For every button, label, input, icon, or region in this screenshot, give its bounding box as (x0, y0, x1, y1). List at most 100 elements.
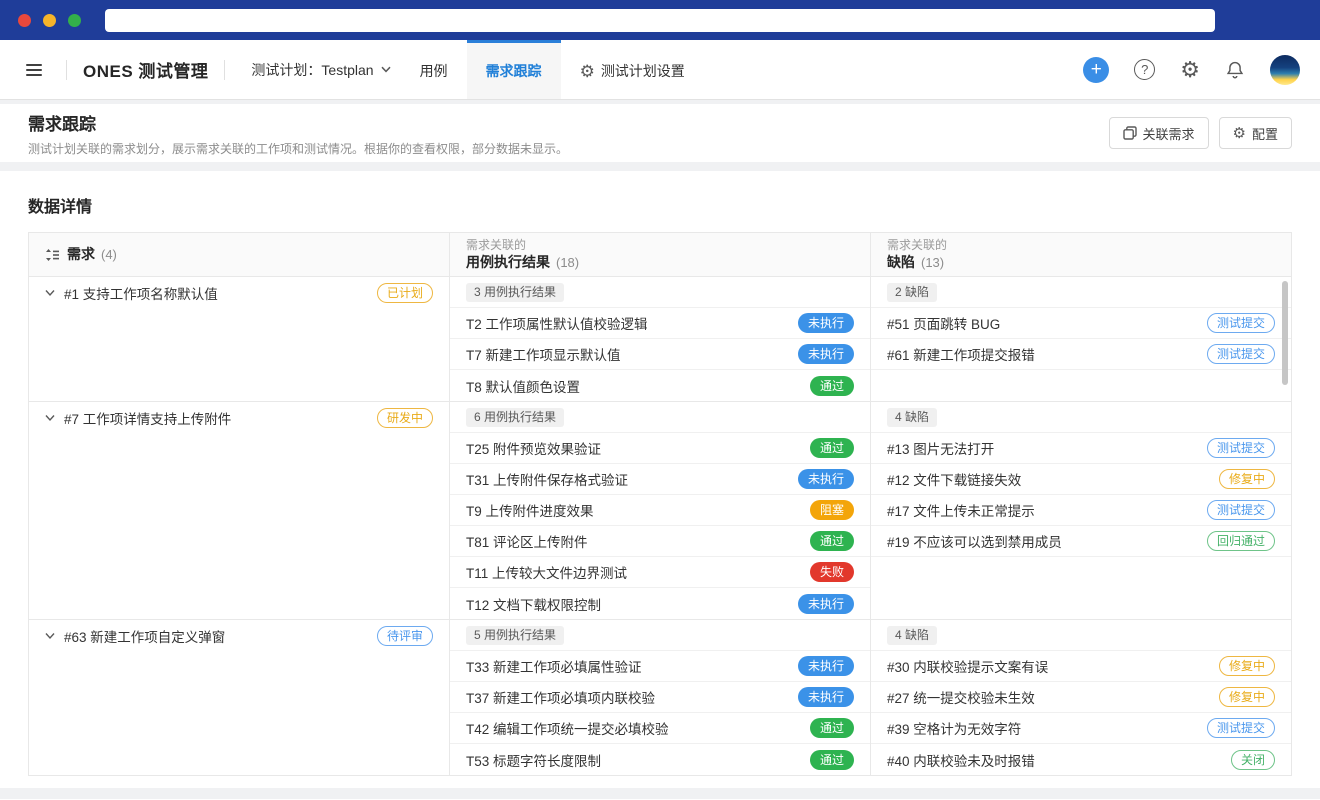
chevron-down-icon (381, 66, 391, 73)
defect-row[interactable]: #19 不应该可以选到禁用成员回归通过 (871, 526, 1291, 557)
requirement-group: #7 工作项详情支持上传附件研发中6 用例执行结果T25 附件预览效果验证通过T… (29, 401, 1291, 619)
requirement-cell: #7 工作项详情支持上传附件研发中 (29, 402, 449, 619)
bell-icon[interactable] (1225, 60, 1245, 80)
count-chip: 4 缺陷 (887, 408, 937, 427)
requirement-row[interactable]: #63 新建工作项自定义弹窗待评审 (29, 620, 449, 651)
case-count-row: 3 用例执行结果 (450, 277, 870, 308)
requirement-row[interactable]: #1 支持工作项名称默认值已计划 (29, 277, 449, 308)
defect-row-title[interactable]: #40 内联校验未及时报错 (887, 750, 1231, 770)
defect-row[interactable]: #61 新建工作项提交报错测试提交 (871, 339, 1291, 370)
defect-row-title[interactable]: #17 文件上传未正常提示 (887, 500, 1207, 520)
column-header-case-results: 需求关联的 用例执行结果 (18) (449, 233, 870, 276)
count-chip: 3 用例执行结果 (466, 283, 564, 302)
status-badge: 修复中 (1219, 469, 1275, 489)
case-row[interactable]: T12 文档下载权限控制未执行 (450, 588, 870, 619)
case-row-title[interactable]: T8 默认值颜色设置 (466, 376, 810, 396)
defect-count-row: 4 缺陷 (871, 620, 1291, 651)
section-title: 数据详情 (28, 193, 1292, 217)
case-row-title[interactable]: T33 新建工作项必填属性验证 (466, 656, 798, 676)
tab-test-plan-settings[interactable]: ⚙ 测试计划设置 (561, 40, 704, 99)
create-button[interactable]: + (1083, 57, 1109, 83)
gear-icon: ⚙ (580, 63, 595, 80)
gear-icon: ⚙ (1180, 57, 1200, 82)
requirement-tracking-table: 需求 (4) 需求关联的 用例执行结果 (18) 需求关联的 缺陷 (13) #… (28, 232, 1292, 776)
test-plan-selector[interactable]: 测试计划：Testplan (241, 40, 400, 99)
link-requirements-button[interactable]: 关联需求 (1109, 117, 1209, 149)
defect-row-title[interactable]: #19 不应该可以选到禁用成员 (887, 531, 1207, 551)
case-row[interactable]: T9 上传附件进度效果阻塞 (450, 495, 870, 526)
case-row[interactable]: T33 新建工作项必填属性验证未执行 (450, 651, 870, 682)
user-avatar[interactable] (1270, 55, 1300, 85)
help-button[interactable]: ? (1134, 59, 1155, 80)
status-badge: 通过 (810, 531, 854, 551)
case-row-title[interactable]: T37 新建工作项必填项内联校验 (466, 687, 798, 707)
case-row-title[interactable]: T42 编辑工作项统一提交必填校验 (466, 718, 810, 738)
case-row-title[interactable]: T12 文档下载权限控制 (466, 594, 798, 614)
page-background (0, 788, 1320, 799)
collapse-toggle[interactable] (45, 289, 55, 297)
case-row[interactable]: T42 编辑工作项统一提交必填校验通过 (450, 713, 870, 744)
case-row-title[interactable]: T9 上传附件进度效果 (466, 500, 810, 520)
collapse-toggle[interactable] (45, 632, 55, 640)
case-row-title[interactable]: T53 标题字符长度限制 (466, 750, 810, 770)
requirement-title[interactable]: #7 工作项详情支持上传附件 (64, 408, 368, 428)
address-bar-input[interactable] (105, 9, 1215, 32)
configure-button[interactable]: ⚙ 配置 (1219, 117, 1292, 149)
defect-row-title[interactable]: #51 页面跳转 BUG (887, 313, 1207, 333)
case-row[interactable]: T25 附件预览效果验证通过 (450, 433, 870, 464)
table-scrollbar-thumb[interactable] (1282, 281, 1288, 385)
defect-row[interactable]: #13 图片无法打开测试提交 (871, 433, 1291, 464)
case-row-title[interactable]: T25 附件预览效果验证 (466, 438, 810, 458)
menu-icon[interactable] (18, 40, 50, 99)
case-row-title[interactable]: T81 评论区上传附件 (466, 531, 810, 551)
defect-row[interactable]: #12 文件下载链接失效修复中 (871, 464, 1291, 495)
chevron-down-icon (45, 632, 55, 640)
status-badge: 未执行 (798, 313, 854, 333)
case-row-title[interactable]: T7 新建工作项显示默认值 (466, 344, 798, 364)
case-row[interactable]: T37 新建工作项必填项内联校验未执行 (450, 682, 870, 713)
status-badge: 已计划 (377, 283, 433, 303)
defect-row-title[interactable]: #61 新建工作项提交报错 (887, 344, 1207, 364)
case-row[interactable]: T11 上传较大文件边界测试失败 (450, 557, 870, 588)
maximize-window-button[interactable] (68, 14, 81, 27)
defect-row-title[interactable]: #39 空格计为无效字符 (887, 718, 1207, 738)
case-row[interactable]: T7 新建工作项显示默认值未执行 (450, 339, 870, 370)
close-window-button[interactable] (18, 14, 31, 27)
tab-requirement-tracking[interactable]: 需求跟踪 (467, 40, 561, 99)
defect-row-title[interactable]: #12 文件下载链接失效 (887, 469, 1219, 489)
table-header: 需求 (4) 需求关联的 用例执行结果 (18) 需求关联的 缺陷 (13) (29, 233, 1291, 277)
case-row-title[interactable]: T31 上传附件保存格式验证 (466, 469, 798, 489)
status-badge: 通过 (810, 750, 854, 770)
question-icon: ? (1141, 62, 1148, 77)
main-content: 数据详情 需求 (4) 需求关联的 用例执行结果 (0, 171, 1320, 788)
case-row-title[interactable]: T2 工作项属性默认值校验逻辑 (466, 313, 798, 333)
sort-list-icon (45, 248, 60, 262)
minimize-window-button[interactable] (43, 14, 56, 27)
defect-row-title[interactable]: #13 图片无法打开 (887, 438, 1207, 458)
collapse-toggle[interactable] (45, 414, 55, 422)
case-row[interactable]: T31 上传附件保存格式验证未执行 (450, 464, 870, 495)
settings-button[interactable]: ⚙ (1180, 59, 1200, 81)
defect-row[interactable]: #39 空格计为无效字符测试提交 (871, 713, 1291, 744)
case-row[interactable]: T8 默认值颜色设置通过 (450, 370, 870, 401)
page-title: 需求跟踪 (28, 110, 568, 135)
requirement-row[interactable]: #7 工作项详情支持上传附件研发中 (29, 402, 449, 433)
case-row[interactable]: T2 工作项属性默认值校验逻辑未执行 (450, 308, 870, 339)
case-row-title[interactable]: T11 上传较大文件边界测试 (466, 562, 810, 582)
requirement-title[interactable]: #63 新建工作项自定义弹窗 (64, 626, 368, 646)
requirement-cell: #63 新建工作项自定义弹窗待评审 (29, 620, 449, 775)
defect-row-title[interactable]: #27 统一提交校验未生效 (887, 687, 1219, 707)
status-badge: 失败 (810, 562, 854, 582)
defect-row-title[interactable]: #30 内联校验提示文案有误 (887, 656, 1219, 676)
defect-row[interactable]: #51 页面跳转 BUG测试提交 (871, 308, 1291, 339)
case-row[interactable]: T53 标题字符长度限制通过 (450, 744, 870, 775)
requirement-title[interactable]: #1 支持工作项名称默认值 (64, 283, 368, 303)
defect-row[interactable]: #30 内联校验提示文案有误修复中 (871, 651, 1291, 682)
tab-use-cases[interactable]: 用例 (401, 40, 467, 99)
defect-row[interactable]: #40 内联校验未及时报错关闭 (871, 744, 1291, 775)
defect-row[interactable]: #27 统一提交校验未生效修复中 (871, 682, 1291, 713)
column-header-requirements[interactable]: 需求 (4) (29, 233, 449, 276)
window-controls (18, 14, 81, 27)
defect-row[interactable]: #17 文件上传未正常提示测试提交 (871, 495, 1291, 526)
case-row[interactable]: T81 评论区上传附件通过 (450, 526, 870, 557)
